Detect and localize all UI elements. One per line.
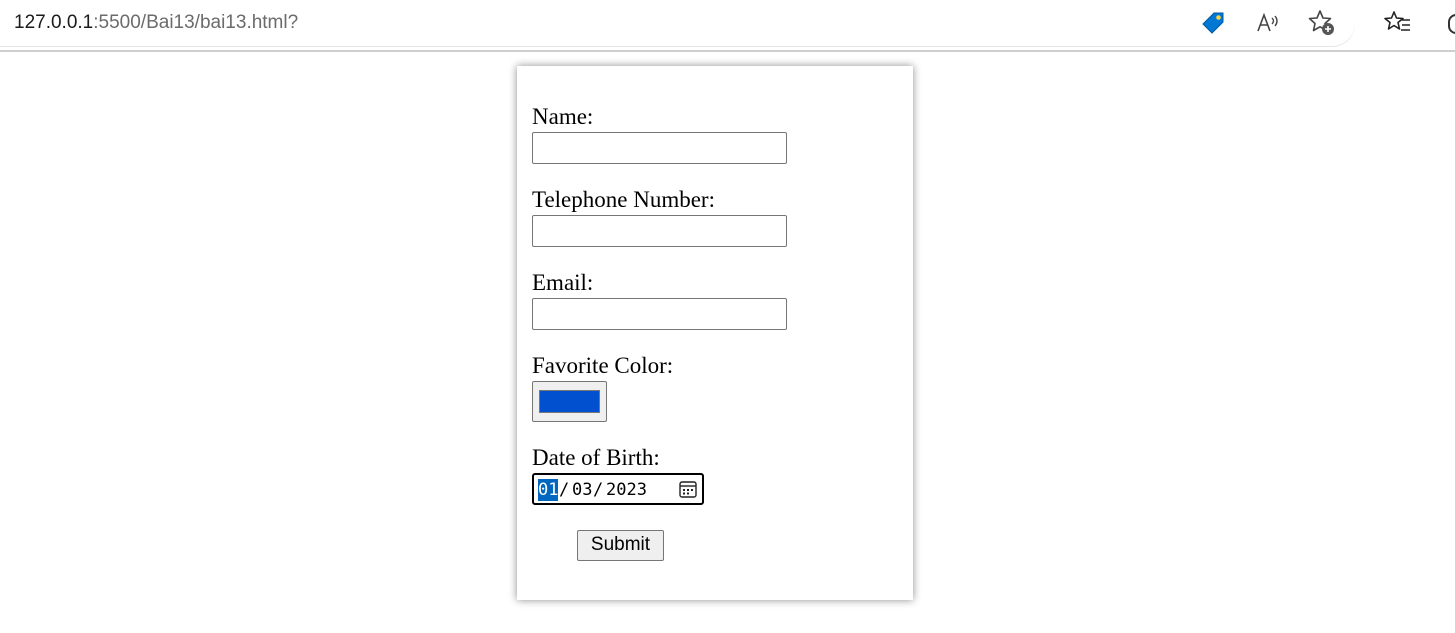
dob-date-input[interactable]: 01 / 03 / 2023 (532, 473, 704, 505)
email-label: Email: (532, 270, 594, 295)
url-path: :5500/Bai13/bai13.html? (93, 12, 299, 33)
url-text[interactable]: 127.0.0.1:5500/Bai13/bai13.html? (14, 12, 298, 34)
browser-toolbar: 127.0.0.1:5500/Bai13/bai13.html? (0, 0, 1455, 52)
dob-year-segment[interactable]: 2023 (606, 479, 647, 501)
email-input[interactable] (532, 298, 787, 330)
form-card: Name: Telephone Number: Email: Favorite … (517, 66, 913, 600)
address-bar[interactable]: 127.0.0.1:5500/Bai13/bai13.html? (0, 0, 1355, 46)
dob-day-segment[interactable]: 01 (538, 479, 559, 501)
color-label: Favorite Color: (532, 353, 674, 378)
color-picker[interactable] (532, 381, 607, 422)
favorites-icon[interactable] (1383, 8, 1413, 38)
calendar-icon[interactable] (678, 479, 698, 499)
name-label: Name: (532, 104, 594, 129)
read-aloud-icon[interactable] (1253, 8, 1283, 38)
dob-separator: / (559, 480, 570, 500)
color-swatch (539, 390, 600, 413)
partial-toolbar-icon[interactable] (1448, 14, 1455, 34)
phone-label: Telephone Number: (532, 187, 715, 212)
tag-icon[interactable] (1198, 8, 1228, 38)
phone-input[interactable] (532, 215, 787, 247)
dob-separator-2: / (593, 480, 604, 500)
submit-button[interactable]: Submit (577, 530, 664, 561)
name-input[interactable] (532, 132, 787, 164)
dob-label: Date of Birth: (532, 445, 660, 470)
dob-month-segment[interactable]: 03 (572, 479, 592, 501)
add-favorite-icon[interactable] (1307, 8, 1337, 38)
url-host: 127.0.0.1 (14, 12, 94, 33)
